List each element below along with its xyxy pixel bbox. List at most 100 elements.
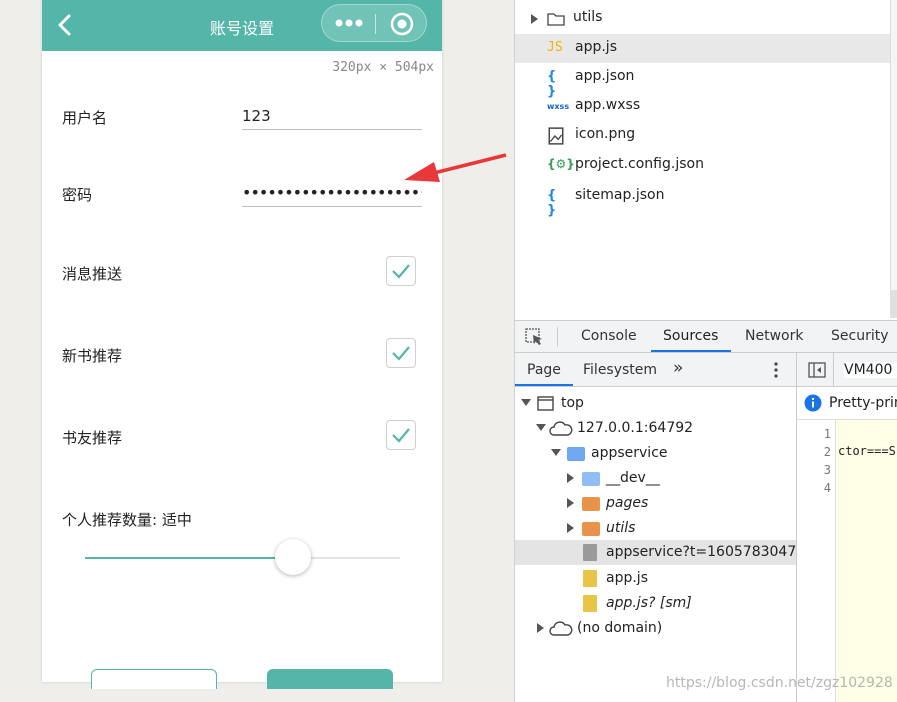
folder-icon [582, 497, 600, 511]
cloud-icon [549, 421, 573, 436]
editor-tab-file[interactable]: VM400 V [844, 362, 897, 378]
file-tree-scrollbar[interactable] [890, 0, 897, 318]
close-circle-icon[interactable] [390, 12, 414, 36]
tree-item-nodomain[interactable]: (no domain) [515, 616, 796, 641]
file-icon [583, 544, 597, 561]
expand-arrow-icon[interactable] [537, 623, 544, 633]
friend-label: 书友推荐 [62, 429, 123, 447]
active-tab-indicator [651, 350, 731, 352]
username-input[interactable]: 123 [242, 103, 422, 130]
secondary-button[interactable] [91, 669, 217, 689]
slider-thumb[interactable] [275, 539, 311, 575]
newbook-checkbox[interactable] [386, 338, 416, 368]
annotation-arrow-icon [404, 153, 507, 182]
push-checkbox[interactable] [386, 256, 416, 286]
more-dots-icon[interactable] [334, 16, 364, 30]
newbook-label: 新书推荐 [62, 347, 123, 365]
file-name: icon.png [575, 126, 636, 142]
viewport-size-badge: 320px × 504px [332, 60, 434, 75]
expand-arrow-icon[interactable] [567, 523, 574, 533]
primary-button[interactable] [267, 669, 393, 689]
wxss-icon: wxss [547, 102, 570, 111]
more-tabs-icon[interactable]: » [673, 358, 683, 378]
tab-console[interactable]: Console [581, 328, 637, 344]
line-number: 2 [823, 445, 831, 459]
tree-label: utils [606, 520, 636, 536]
file-row-utils[interactable]: utils [515, 4, 890, 33]
collapse-arrow-icon[interactable] [536, 424, 546, 431]
tree-label: app.js [606, 570, 648, 586]
phone-simulator: 账号设置 320px × 504px 用户名 123 密码 ••••••••••… [42, 0, 442, 689]
pretty-print-bar: Pretty-prin [796, 387, 897, 420]
collapse-arrow-icon[interactable] [551, 449, 561, 456]
tab-sources[interactable]: Sources [663, 328, 718, 344]
frame-icon [537, 396, 554, 411]
checkmark-icon [392, 428, 410, 443]
collapse-arrow-icon[interactable] [521, 399, 531, 406]
push-label: 消息推送 [62, 265, 123, 283]
folder-icon [582, 522, 600, 536]
subtab-filesystem[interactable]: Filesystem [583, 362, 657, 378]
file-row-projectconfig[interactable]: {⚙} project.config.json [515, 151, 890, 180]
tree-item-pages[interactable]: pages [515, 491, 796, 516]
tree-item-appservice-file[interactable]: appservice?t=160578304756 [515, 540, 814, 565]
line-number-gutter: 1 2 3 4 [796, 420, 836, 702]
config-icon: {⚙} [547, 157, 575, 171]
code-editor[interactable]: ctor===S [836, 420, 897, 702]
tree-item-appjs-sm[interactable]: app.js? [sm] [515, 591, 796, 616]
inspect-element-icon[interactable] [525, 328, 545, 346]
active-subtab-indicator [515, 384, 573, 386]
tree-label: appservice?t=160578304756 [606, 544, 815, 560]
file-name: project.config.json [575, 156, 704, 172]
capsule-divider [375, 14, 376, 34]
tree-item-top[interactable]: top [515, 391, 796, 416]
tab-network[interactable]: Network [745, 328, 803, 344]
tree-label: 127.0.0.1:64792 [577, 420, 694, 436]
toggle-navigator-icon[interactable] [808, 362, 826, 378]
tree-item-host[interactable]: 127.0.0.1:64792 [515, 416, 796, 441]
password-input[interactable]: •••••••••••••••••••••••••• [242, 180, 422, 207]
line-number: 1 [823, 427, 831, 441]
file-row-appjs[interactable]: JS app.js [515, 34, 890, 63]
file-row-appwxss[interactable]: wxss app.wxss [515, 92, 890, 121]
tab-security[interactable]: Security [831, 328, 889, 344]
file-name: app.json [575, 68, 635, 84]
checkmark-icon [392, 264, 410, 279]
file-row-sitemap[interactable]: { } sitemap.json [515, 182, 890, 218]
code-line: ctor===S [838, 444, 896, 458]
file-row-iconpng[interactable]: icon.png [515, 121, 890, 150]
folder-icon [547, 13, 565, 26]
tree-label: appservice [591, 445, 668, 461]
subtab-page[interactable]: Page [527, 362, 561, 378]
folder-icon [567, 447, 585, 461]
expand-arrow-icon[interactable] [531, 14, 538, 24]
slider-fill [85, 557, 293, 559]
json-icon: { } [547, 69, 557, 99]
tab-divider [833, 353, 834, 386]
menu-capsule [321, 4, 427, 42]
friend-checkbox[interactable] [386, 420, 416, 450]
expand-arrow-icon[interactable] [567, 498, 574, 508]
editor-tab-bar: VM400 V [796, 353, 897, 387]
scrollbar-thumb[interactable] [890, 290, 897, 318]
tree-item-appservice[interactable]: appservice [515, 441, 796, 466]
tree-label: (no domain) [577, 620, 663, 636]
tree-label: top [561, 395, 584, 411]
recommend-slider[interactable] [85, 539, 400, 575]
devtools-tab-bar: Console Sources Network Security [515, 320, 897, 353]
js-icon: JS [547, 40, 563, 55]
tree-item-appjs[interactable]: app.js [515, 566, 796, 591]
line-number: 3 [823, 463, 831, 477]
sources-navigator: top 127.0.0.1:64792 appservice __dev__ p… [515, 387, 814, 702]
file-row-appjson[interactable]: { } app.json [515, 63, 890, 99]
username-label: 用户名 [62, 109, 108, 127]
tree-label: __dev__ [606, 470, 660, 486]
pretty-print-text[interactable]: Pretty-prin [829, 395, 897, 411]
kebab-menu-icon[interactable] [773, 362, 779, 378]
navigator-tab-bar: Page Filesystem » [515, 353, 796, 387]
info-icon [804, 394, 822, 412]
tree-item-dev[interactable]: __dev__ [515, 466, 796, 491]
folder-icon [582, 472, 600, 486]
tree-item-utils[interactable]: utils [515, 516, 796, 541]
expand-arrow-icon[interactable] [567, 473, 574, 483]
